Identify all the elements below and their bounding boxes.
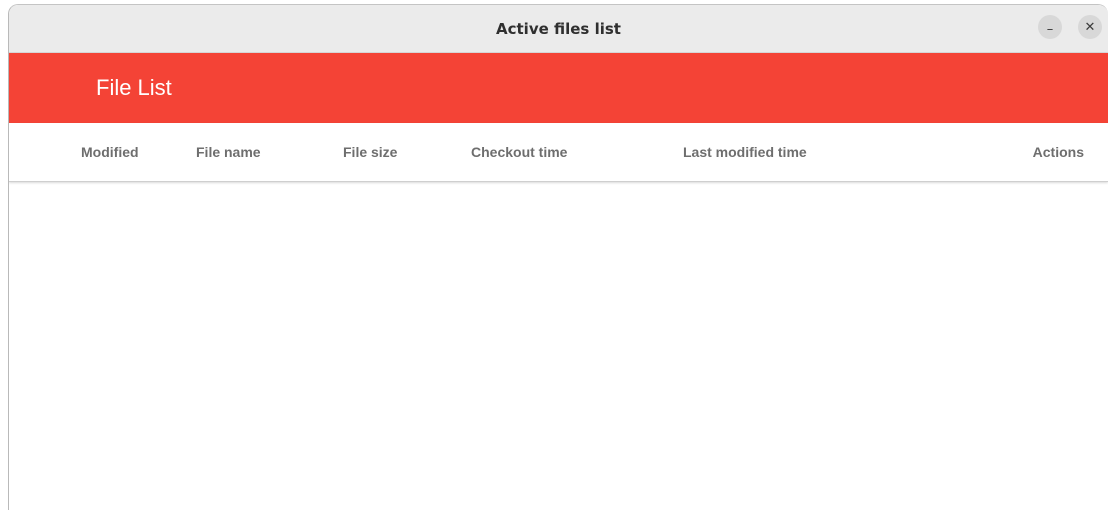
column-header-file-name[interactable]: File name xyxy=(196,144,261,160)
table-header: Modified File name File size Checkout ti… xyxy=(9,123,1108,182)
close-icon: ✕ xyxy=(1084,19,1096,35)
column-header-checkout-time[interactable]: Checkout time xyxy=(471,144,567,160)
window-controls: – ✕ xyxy=(1038,15,1102,39)
column-header-modified[interactable]: Modified xyxy=(81,144,139,160)
column-header-actions: Actions xyxy=(1032,144,1084,160)
app-window: Active files list – ✕ File List Modified… xyxy=(8,4,1108,510)
window-titlebar: Active files list – ✕ xyxy=(9,5,1108,53)
close-button[interactable]: ✕ xyxy=(1078,15,1102,39)
minimize-icon: – xyxy=(1046,21,1054,37)
page-title: File List xyxy=(96,75,172,100)
minimize-button[interactable]: – xyxy=(1038,15,1062,39)
app-header: File List xyxy=(9,53,1108,123)
table-body xyxy=(9,182,1108,502)
column-header-file-size[interactable]: File size xyxy=(343,144,397,160)
column-header-last-modified-time[interactable]: Last modified time xyxy=(683,144,807,160)
window-title: Active files list xyxy=(496,19,621,38)
